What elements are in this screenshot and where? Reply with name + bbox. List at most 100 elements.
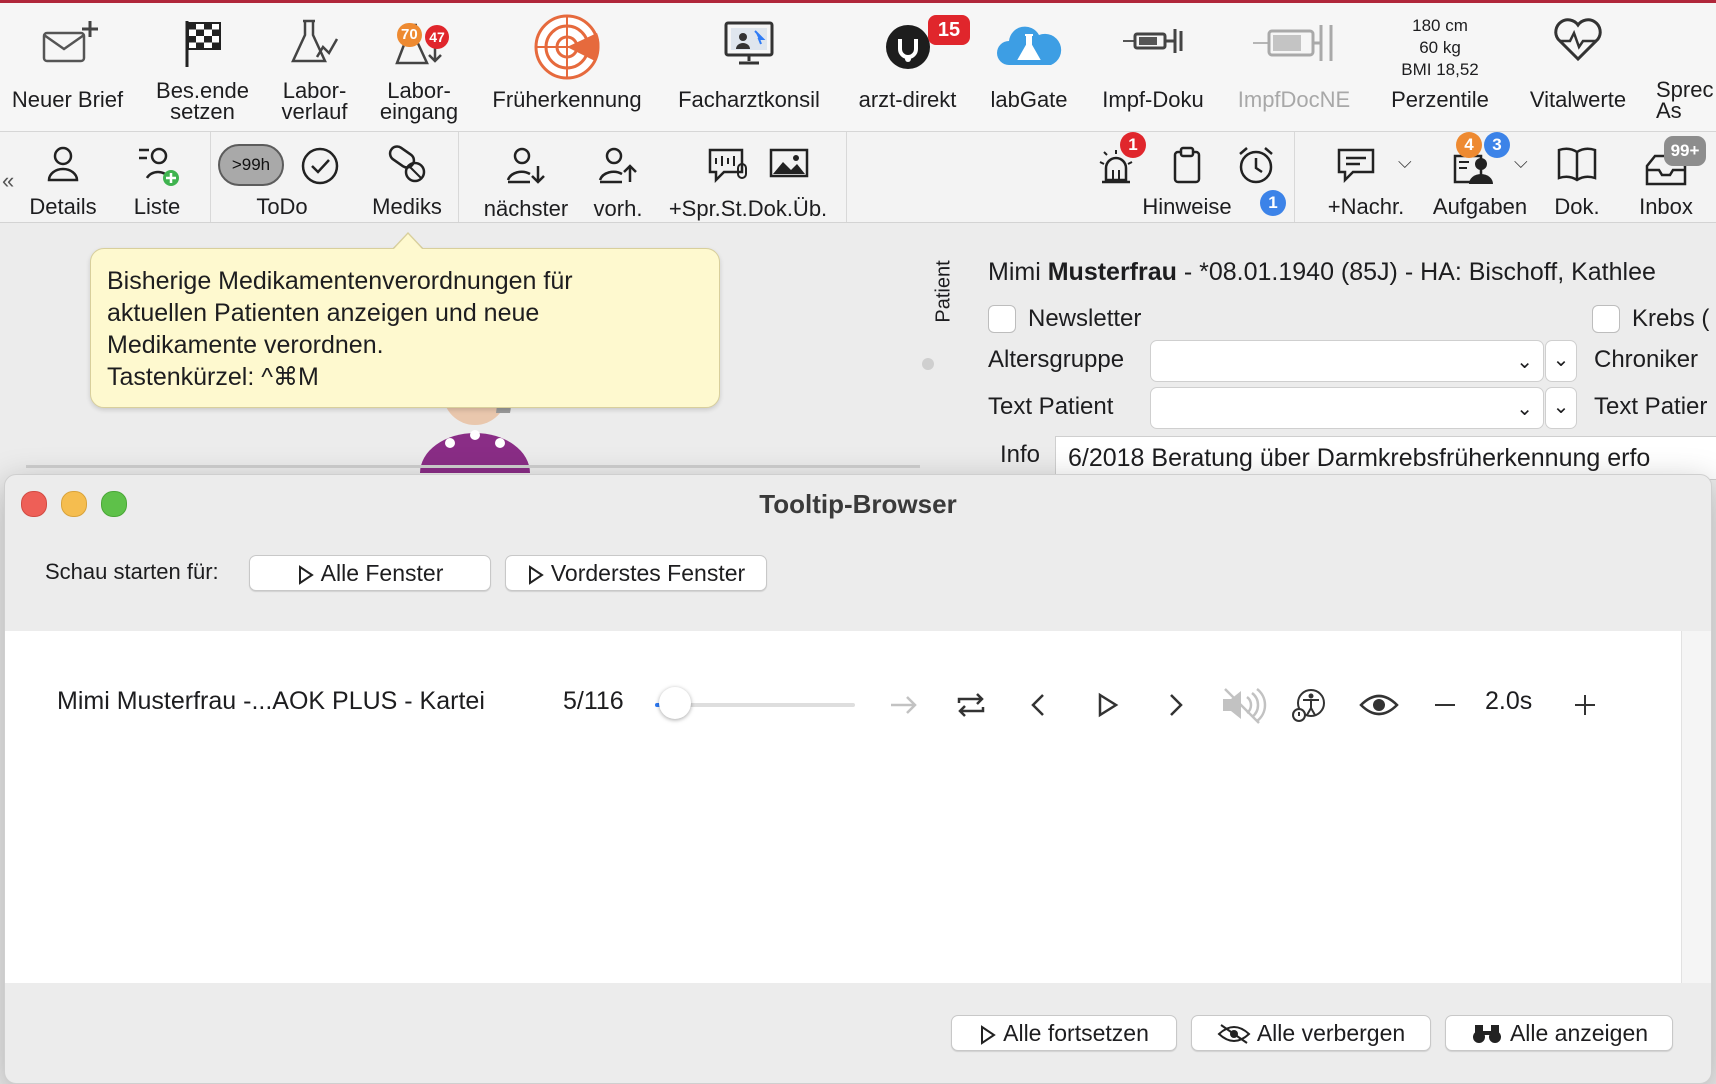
cloud-flask-icon: [995, 17, 1063, 76]
patient-first-name: Mimi: [988, 258, 1048, 286]
badge-aufgaben-blue: 3: [1484, 132, 1510, 158]
toolbar-neuer-brief[interactable]: Neuer Brief: [12, 3, 123, 131]
start-label: Schau starten für:: [45, 559, 219, 584]
bmi-value: BMI 18,52: [1401, 60, 1479, 79]
repeat-icon[interactable]: [951, 685, 991, 725]
height-value: 180 cm: [1412, 16, 1468, 35]
envelope-plus-icon: [36, 17, 100, 68]
toolbar-label: Früherkennung: [492, 87, 642, 112]
toolbar-impf-doku[interactable]: Impf-Doku: [1098, 3, 1208, 131]
button-label: Alle anzeigen: [1509, 1020, 1649, 1046]
eye-icon[interactable]: [1357, 685, 1401, 725]
alarm-clock-icon: [1235, 144, 1277, 192]
toolbar-wecker[interactable]: 1: [1232, 132, 1286, 222]
toolbar-todo[interactable]: >99h ToDo: [214, 132, 350, 222]
scrollbar-area[interactable]: [1681, 631, 1711, 983]
person-list-add-icon: [133, 144, 181, 194]
toolbar-label: Labor-verlauf: [281, 78, 348, 124]
toolbar-label: Sprec As: [1656, 77, 1714, 123]
toolbar-image[interactable]: [766, 132, 812, 222]
toolbar-details[interactable]: Details: [22, 132, 104, 222]
side-tab-label: Patient: [932, 260, 955, 323]
toolbar-facharztkonsil[interactable]: Facharztkonsil: [670, 3, 828, 131]
collapse-chevron-icon[interactable]: «: [2, 168, 14, 194]
speaker-muted-icon[interactable]: [1219, 685, 1267, 725]
toolbar-frueherkennung[interactable]: Früherkennung: [488, 3, 646, 131]
badge-aufgaben-orange: 4: [1456, 132, 1482, 158]
eye-slash-icon: [1217, 1024, 1251, 1044]
start-front-window-button[interactable]: Vorderstes Fenster: [505, 555, 767, 591]
button-label: Alle Fenster: [320, 560, 444, 586]
toolbar-arzt-direkt[interactable]: 15 arzt-direkt: [850, 3, 970, 131]
double-chevron-icon[interactable]: ⌄: [1545, 387, 1577, 429]
book-icon: [1555, 144, 1599, 190]
toolbar-inbox[interactable]: 99+ Inbox: [1624, 132, 1708, 222]
lab-flask-chart-icon: [287, 17, 343, 72]
start-all-windows-button[interactable]: Alle Fenster: [249, 555, 491, 591]
patient-header: Mimi Musterfrau - *08.01.1940 (85J) - HA…: [988, 258, 1656, 287]
toolbar-sprechstunde[interactable]: Sprec As: [1652, 3, 1716, 131]
toolbar-aufgaben[interactable]: 4 3 ⌵ Aufgaben: [1428, 132, 1532, 222]
button-label: Alle fortsetzen: [1003, 1020, 1149, 1046]
toolbar-label: Neuer Brief: [11, 87, 124, 112]
toolbar-perzentile[interactable]: 180 cm 60 kg BMI 18,52 Perzentile: [1378, 3, 1502, 131]
play-icon[interactable]: [1087, 685, 1127, 725]
person-icon: [43, 144, 83, 190]
speed-value: 2.0s: [1485, 687, 1533, 715]
badge-arzt-direkt: 15: [928, 15, 970, 45]
progress-slider-knob[interactable]: [659, 687, 691, 719]
accessibility-icon[interactable]: [1289, 685, 1329, 725]
main-toolbar: Neuer Brief Bes.ende setzen Labor-verlau…: [0, 3, 1716, 132]
krebs-checkbox[interactable]: [1592, 305, 1620, 333]
toolbar-label: Vitalwerte: [1529, 87, 1627, 112]
double-chevron-icon[interactable]: ⌄: [1545, 340, 1577, 382]
toolbar-hinweise[interactable]: Hinweise: [1140, 132, 1234, 222]
toolbar-vorherig[interactable]: vorh.: [588, 132, 648, 222]
show-all-button[interactable]: Alle anzeigen: [1445, 1015, 1673, 1051]
toolbar-impfdocne[interactable]: ImpfDocNE: [1232, 3, 1356, 131]
previous-icon[interactable]: [1019, 685, 1059, 725]
monitor-consult-icon: [721, 17, 777, 72]
toolbar-bes-ende[interactable]: Bes.ende setzen: [150, 3, 255, 131]
text-patient-select[interactable]: ⌄: [1150, 387, 1544, 429]
person-up-icon: [596, 144, 640, 192]
plus-icon[interactable]: [1565, 685, 1605, 725]
checkmark-circle-icon: [300, 146, 340, 192]
badge-labor-new: 47: [425, 25, 449, 49]
toolbar-labgate[interactable]: labGate: [980, 3, 1078, 131]
toolbar-mediks[interactable]: Mediks: [366, 132, 448, 222]
minus-icon[interactable]: [1425, 685, 1465, 725]
tooltip-line: Bisherige Medikamentenverordnungen für: [107, 267, 573, 295]
toolbar-labor-eingang[interactable]: 70 47 Labor-eingang: [375, 3, 463, 131]
toolbar-labor-verlauf[interactable]: Labor-verlauf: [272, 3, 357, 131]
window-title: Tooltip-Browser: [759, 489, 957, 519]
toolbar-liste[interactable]: Liste: [118, 132, 196, 222]
tooltip-shortcut: Tastenkürzel: ^⌘M: [107, 363, 319, 391]
window-titlebar[interactable]: Tooltip-Browser: [5, 475, 1711, 531]
patient-side-tab[interactable]: Patient: [933, 250, 968, 330]
chroniker-label: Chroniker: [1594, 346, 1699, 373]
step-forward-icon[interactable]: [883, 685, 923, 725]
tooltip-counter: 5/116: [563, 687, 624, 715]
newsletter-checkbox[interactable]: [988, 305, 1016, 333]
next-icon[interactable]: [1155, 685, 1195, 725]
mediks-tooltip: Bisherige Medikamentenverordnungen für a…: [90, 248, 720, 408]
continue-all-button[interactable]: Alle fortsetzen: [951, 1015, 1177, 1051]
toolbar-label: ImpfDocNE: [1237, 87, 1351, 112]
chevron-down-icon[interactable]: ⌵: [1398, 152, 1412, 173]
chevron-down-icon[interactable]: ⌵: [1514, 152, 1528, 173]
hide-all-button[interactable]: Alle verbergen: [1191, 1015, 1431, 1051]
toolbar-label: Mediks: [372, 194, 442, 219]
toolbar-separator: [846, 132, 847, 222]
chevron-down-icon: ⌄: [1516, 398, 1533, 420]
altersgruppe-select[interactable]: ⌄: [1150, 340, 1544, 382]
heart-pulse-icon: [1552, 17, 1604, 66]
pills-icon: [385, 144, 429, 190]
splitter-handle[interactable]: [922, 358, 934, 370]
toolbar-vitalwerte[interactable]: Vitalwerte: [1525, 3, 1631, 131]
speech-doc-icon: [706, 144, 750, 192]
body-measurements: 180 cm 60 kg BMI 18,52: [1378, 15, 1502, 81]
patient-last-name: Musterfrau: [1047, 258, 1177, 286]
divider: [26, 465, 920, 468]
toolbar-label: Inbox: [1639, 194, 1693, 219]
